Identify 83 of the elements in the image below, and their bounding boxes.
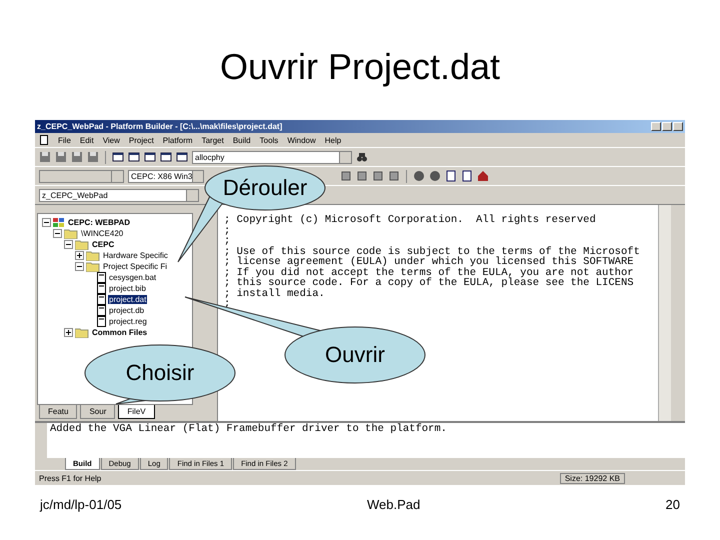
code-line: ; (224, 236, 232, 246)
platform-combo[interactable]: CEPC: X86 Win3 (128, 170, 204, 182)
status-text: Press F1 for Help (39, 474, 102, 482)
menu-item[interactable]: View (102, 136, 120, 144)
menu-item[interactable]: Window (287, 136, 316, 144)
tree-item[interactable]: project.dat (108, 295, 148, 304)
tool-icon[interactable] (388, 170, 400, 182)
document-icon (39, 135, 49, 145)
window-icon[interactable] (112, 151, 124, 163)
menu-item[interactable]: Edit (80, 136, 94, 144)
output-line: Added the VGA Linear (Flat) Framebuffer driver to the platform. (50, 423, 448, 435)
menu-item[interactable]: File (58, 136, 71, 144)
menu-item[interactable]: Platform (162, 136, 193, 144)
file-icon (97, 294, 106, 305)
floppy-icon[interactable] (55, 151, 67, 163)
slide-title: Ouvrir Project.dat (220, 46, 500, 88)
folder-icon (86, 262, 100, 272)
tree-item[interactable]: cesysgen.bat (108, 273, 158, 282)
document-icon[interactable] (461, 170, 473, 182)
tree-item[interactable]: project.bib (108, 284, 147, 293)
panel-tab[interactable]: FileV (118, 405, 155, 419)
window-icon[interactable] (144, 151, 156, 163)
tree-item[interactable]: CEPC: WEBPAD (67, 218, 132, 227)
tool-icon[interactable] (340, 170, 352, 182)
tree-item[interactable]: CEPC (91, 240, 116, 249)
house-icon[interactable] (477, 170, 489, 182)
folder-icon (75, 328, 89, 338)
document-icon[interactable] (445, 170, 457, 182)
file-icon (97, 316, 106, 327)
menu-item[interactable]: Build (232, 136, 251, 144)
panel-tab[interactable]: Featu (39, 405, 78, 419)
folder-icon (86, 250, 100, 260)
code-line: ; If you did not accept the terms of the EULA, you are not author (224, 268, 635, 278)
page-number: 20 (666, 497, 680, 512)
code-line: ; install media. (224, 288, 326, 299)
window-icon[interactable] (160, 151, 172, 163)
floppy-icon[interactable] (87, 151, 99, 163)
callout-label: Choisir (124, 360, 196, 386)
file-icon (97, 272, 106, 283)
search-combo[interactable]: allocphy (192, 150, 352, 164)
panel-tab[interactable]: Sour (80, 405, 116, 419)
window-icon[interactable] (128, 151, 140, 163)
footer-text: jc/md/lp-01/05 (40, 497, 122, 512)
code-line: ; Use of this source code is subject to the terms of the Microsoft (224, 246, 641, 257)
footer-text: Web.Pad (366, 497, 420, 512)
expand-icon[interactable] (75, 251, 84, 260)
tool-icon[interactable] (356, 170, 368, 182)
workspace-combo[interactable]: z_CEPC_WebPad (39, 188, 199, 202)
folder-icon (75, 240, 89, 250)
floppy-icon[interactable] (39, 151, 51, 163)
collapse-icon[interactable] (53, 229, 62, 238)
code-line: ; license agreement (EULA) under which you licensed this SOFTWARE (224, 257, 635, 268)
tree-item[interactable]: \WINCE420 (80, 229, 124, 238)
tree-item[interactable]: Hardware Specific (102, 251, 169, 260)
menu-item[interactable]: Project (128, 136, 154, 144)
tree-item[interactable]: project.db (108, 306, 146, 315)
collapse-icon[interactable] (64, 240, 73, 249)
callout-label: Ouvrir (324, 342, 386, 368)
folder-icon (64, 228, 78, 238)
menu-item[interactable]: Tools (260, 136, 278, 144)
code-line: ; (224, 226, 232, 236)
code-line: ; Copyright (c) Microsoft Corporation. All rights reserved (224, 215, 597, 226)
window-title: z_CEPC_WebPad - Platform Builder - [C:\...\mak\files\project.dat] (37, 122, 282, 131)
config-combo[interactable] (39, 170, 124, 182)
code-line: ; this source code. For a copy of the EULA, please see the LICENS (224, 278, 635, 288)
tree-item[interactable]: Common Files (91, 328, 148, 337)
binoculars-icon[interactable] (356, 151, 368, 163)
callout-label: Dérouler (222, 175, 308, 201)
collapse-icon[interactable] (42, 218, 51, 227)
menu-item[interactable]: Target (202, 136, 224, 144)
tree-item[interactable]: project.reg (108, 317, 148, 326)
project-icon (53, 218, 65, 228)
tree-item[interactable]: Project Specific Fi (102, 262, 168, 271)
expand-icon[interactable] (64, 328, 73, 337)
window-icon[interactable] (176, 151, 188, 163)
status-size: Size: 19292 KB (560, 472, 625, 484)
file-icon (97, 283, 106, 294)
menu-item[interactable]: Help (324, 136, 342, 144)
floppy-icon[interactable] (71, 151, 83, 163)
tool-icon[interactable] (372, 170, 384, 182)
scrollbar[interactable] (658, 205, 671, 421)
collapse-icon[interactable] (75, 262, 84, 271)
file-icon (97, 305, 106, 316)
